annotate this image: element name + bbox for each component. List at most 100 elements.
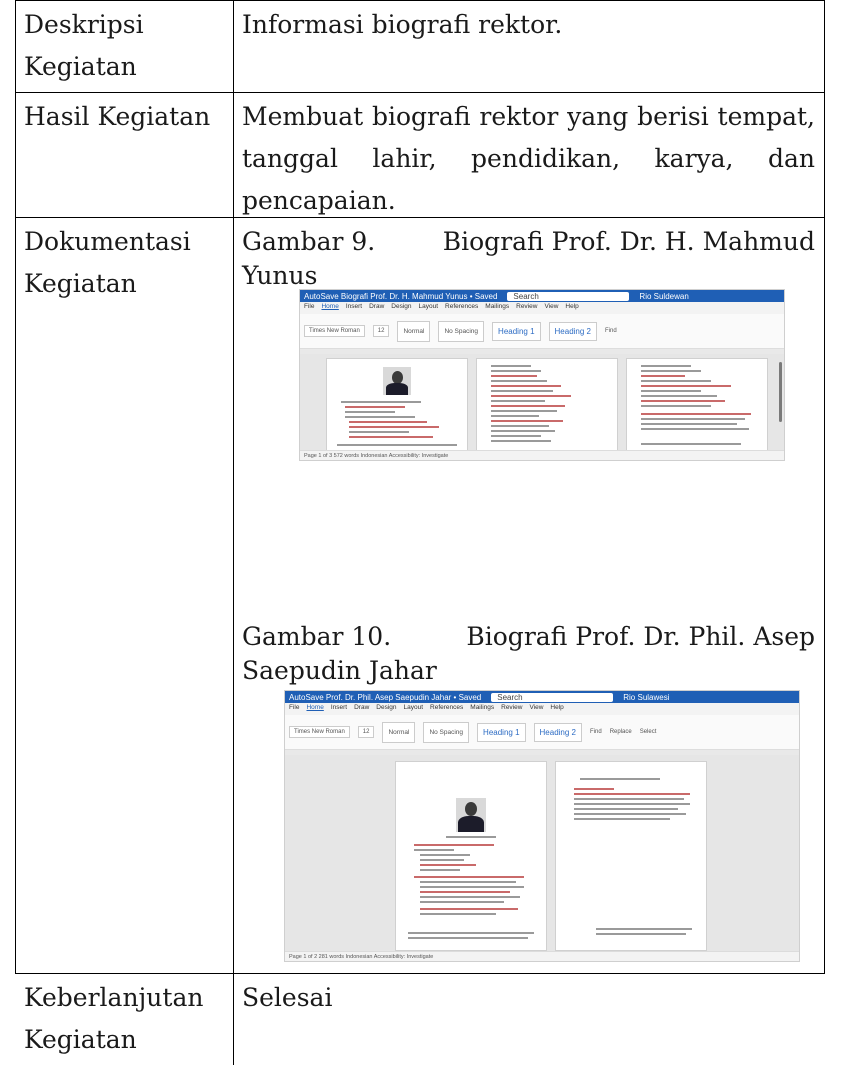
text-line bbox=[349, 436, 433, 438]
text-line bbox=[337, 444, 457, 446]
text-line bbox=[641, 380, 711, 382]
column-divider bbox=[233, 0, 234, 1065]
table-border-right bbox=[824, 0, 825, 974]
text-line bbox=[641, 400, 725, 402]
doc-page bbox=[555, 761, 707, 951]
search-box: Search bbox=[507, 291, 630, 301]
text-line bbox=[596, 928, 692, 930]
text-line bbox=[420, 854, 470, 856]
text-line bbox=[420, 864, 476, 866]
text-line bbox=[641, 418, 745, 420]
text-line bbox=[420, 891, 510, 893]
text-line bbox=[491, 440, 551, 442]
row-content-keberlanjutan: Selesai bbox=[242, 983, 333, 1012]
text-line bbox=[641, 370, 701, 372]
figure-9-screenshot: AutoSave Biografi Prof. Dr. H. Mahmud Yu… bbox=[299, 289, 785, 461]
text-line bbox=[641, 413, 751, 415]
portrait-head bbox=[465, 802, 477, 816]
document-canvas bbox=[300, 354, 784, 453]
text-line bbox=[641, 390, 701, 392]
word-statusbar: Page 1 of 3 572 words Indonesian Accessi… bbox=[300, 450, 784, 460]
text-line bbox=[341, 401, 421, 403]
row-divider bbox=[15, 973, 825, 974]
scrollbar bbox=[779, 362, 782, 422]
text-line bbox=[420, 901, 504, 903]
figure-10-screenshot: AutoSave Prof. Dr. Phil. Asep Saepudin J… bbox=[284, 690, 800, 962]
row-content-hasil: Membuat biografi rektor yang berisi temp… bbox=[242, 102, 815, 215]
word-ribbon: Times New Roman 12 Normal No Spacing Hea… bbox=[300, 314, 784, 349]
text-line bbox=[349, 426, 439, 428]
text-line bbox=[641, 428, 749, 430]
table-border-top bbox=[15, 0, 825, 1]
text-line bbox=[349, 421, 427, 423]
text-line bbox=[349, 431, 409, 433]
word-ribbon: Times New Roman 12 Normal No Spacing Hea… bbox=[285, 715, 799, 750]
text-line bbox=[574, 818, 670, 820]
word-titlebar: AutoSave Prof. Dr. Phil. Asep Saepudin J… bbox=[285, 691, 799, 703]
text-line bbox=[641, 365, 691, 367]
activity-table: Deskripsi Kegiatan Informasi biografi re… bbox=[15, 0, 825, 1065]
text-line bbox=[414, 844, 494, 846]
text-line bbox=[574, 813, 686, 815]
text-line bbox=[574, 793, 690, 795]
text-line bbox=[420, 896, 520, 898]
row-divider bbox=[15, 92, 825, 93]
table-border-left bbox=[15, 0, 16, 974]
text-line bbox=[420, 859, 464, 861]
text-line bbox=[641, 405, 711, 407]
doc-page bbox=[395, 761, 547, 951]
text-line bbox=[414, 849, 454, 851]
figure-9-caption: Gambar 9. Biografi Prof. Dr. H. Mahmud Y… bbox=[242, 227, 815, 290]
word-menubar: File Home Insert Draw Design Layout Refe… bbox=[285, 703, 799, 715]
portrait-body bbox=[386, 383, 408, 395]
text-line bbox=[641, 395, 717, 397]
text-line bbox=[641, 443, 741, 445]
text-line bbox=[420, 886, 524, 888]
text-line bbox=[420, 913, 496, 915]
text-line bbox=[491, 405, 565, 407]
text-line bbox=[641, 375, 685, 377]
doc-page bbox=[476, 358, 618, 453]
text-line bbox=[491, 385, 561, 387]
text-line bbox=[491, 410, 557, 412]
text-line bbox=[491, 365, 531, 367]
word-titlebar: AutoSave Biografi Prof. Dr. H. Mahmud Yu… bbox=[300, 290, 784, 302]
text-line bbox=[491, 430, 555, 432]
text-line bbox=[641, 385, 731, 387]
portrait-photo bbox=[383, 367, 411, 395]
text-line bbox=[491, 370, 541, 372]
text-line bbox=[420, 908, 518, 910]
text-line bbox=[574, 788, 614, 790]
text-line bbox=[580, 778, 660, 780]
text-line bbox=[420, 869, 460, 871]
row-label-deskripsi: Deskripsi Kegiatan bbox=[24, 10, 144, 81]
portrait-body bbox=[458, 816, 484, 832]
search-box: Search bbox=[491, 692, 614, 702]
text-line bbox=[596, 933, 686, 935]
word-statusbar: Page 1 of 2 281 words Indonesian Accessi… bbox=[285, 951, 799, 961]
text-line bbox=[345, 406, 405, 408]
text-line bbox=[491, 420, 563, 422]
word-menubar: File Home Insert Draw Design Layout Refe… bbox=[300, 302, 784, 314]
text-line bbox=[420, 881, 516, 883]
text-line bbox=[491, 435, 541, 437]
text-line bbox=[491, 415, 539, 417]
portrait-photo bbox=[456, 798, 486, 832]
text-line bbox=[491, 400, 545, 402]
text-line bbox=[491, 375, 537, 377]
figure-10-caption: Gambar 10. Biografi Prof. Dr. Phil. Asep… bbox=[242, 622, 815, 685]
row-label-keberlanjutan: Keberlanjutan Kegiatan bbox=[24, 983, 204, 1054]
text-line bbox=[491, 380, 547, 382]
text-line bbox=[408, 932, 534, 934]
text-line bbox=[491, 390, 553, 392]
text-line bbox=[414, 876, 524, 878]
text-line bbox=[574, 798, 684, 800]
text-line bbox=[446, 836, 496, 838]
text-line bbox=[574, 803, 690, 805]
text-line bbox=[574, 808, 678, 810]
text-line bbox=[345, 411, 395, 413]
text-line bbox=[345, 416, 415, 418]
text-line bbox=[491, 425, 549, 427]
text-line bbox=[491, 395, 571, 397]
document-canvas bbox=[285, 755, 799, 952]
